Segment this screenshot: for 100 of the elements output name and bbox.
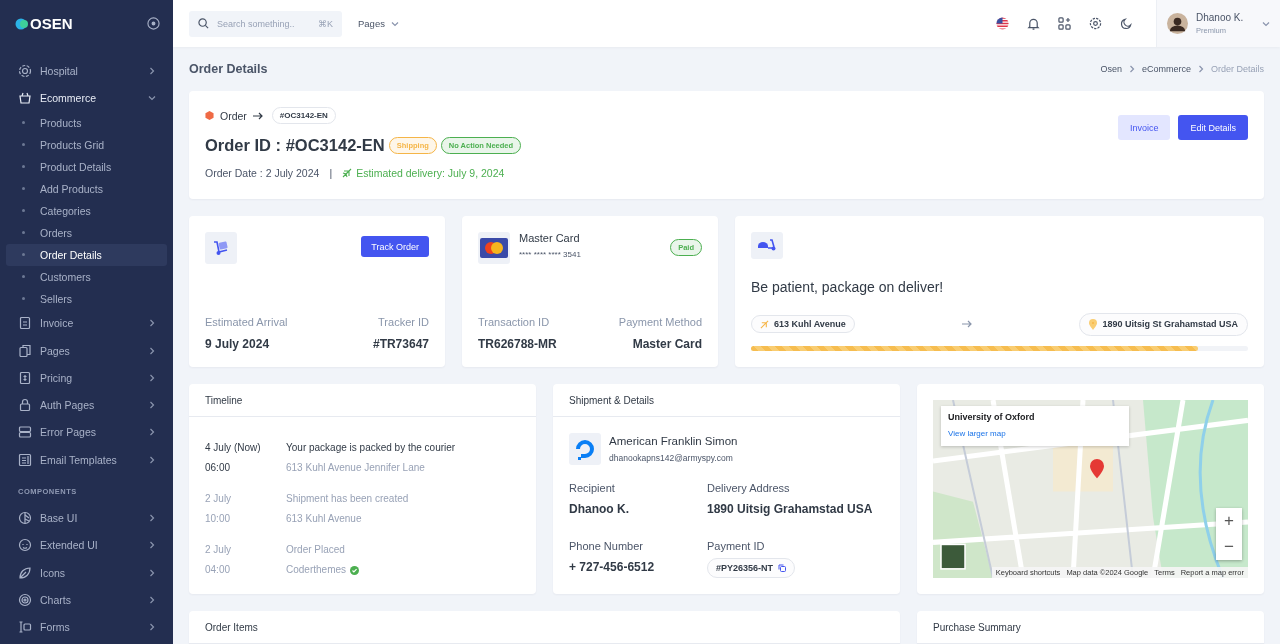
card-number: **** **** **** 3541 bbox=[519, 250, 581, 259]
chevron-down-icon bbox=[1262, 19, 1270, 28]
chevron-right-icon bbox=[148, 595, 156, 604]
menu-item[interactable]: Pages bbox=[0, 336, 173, 365]
menu-item[interactable]: Auth Pages bbox=[0, 391, 173, 419]
chevron-right-icon bbox=[1197, 65, 1205, 73]
chevron-right-icon bbox=[148, 319, 156, 328]
submenu-item[interactable]: Categories bbox=[6, 199, 167, 222]
edit-button[interactable]: Edit Details bbox=[1178, 115, 1248, 140]
order-title: Order ID : #OC3142-EN bbox=[205, 136, 385, 155]
field-label: Recipient bbox=[569, 482, 616, 494]
list-icon bbox=[18, 452, 32, 467]
menu-item[interactable]: Hospital bbox=[0, 57, 173, 85]
card-title: Shipment & Details bbox=[553, 384, 900, 417]
destination-address: 1890 Uitsig St Grahamstad USA bbox=[1079, 312, 1248, 336]
receipt-icon bbox=[18, 370, 32, 385]
flag-icon[interactable] bbox=[995, 17, 1009, 30]
field-label: Estimated Arrival bbox=[205, 316, 288, 328]
shortcut-hint: ⌘K bbox=[318, 18, 333, 29]
event-time: 10:00 bbox=[205, 513, 232, 524]
zoom-out-button[interactable]: − bbox=[1216, 534, 1242, 560]
trolley-icon bbox=[212, 239, 230, 257]
submenu-item[interactable]: Orders bbox=[6, 221, 167, 244]
submenu-item[interactable]: Sellers bbox=[6, 287, 167, 310]
field-value: TR626788-MR bbox=[478, 337, 557, 351]
field-value: Master Card bbox=[631, 337, 702, 351]
menu-item[interactable]: Base UI bbox=[0, 504, 173, 532]
breadcrumb-link[interactable]: Osen bbox=[1100, 64, 1122, 74]
submenu-item[interactable]: Order Details bbox=[6, 243, 167, 266]
company-name: American Franklin Simon bbox=[609, 435, 738, 447]
card-title: Timeline bbox=[189, 384, 536, 417]
menu-item[interactable]: Ecommerce bbox=[0, 84, 173, 112]
company-logo bbox=[574, 438, 596, 460]
page-title: Order Details bbox=[189, 62, 268, 76]
event-date: 4 July (Now) bbox=[205, 442, 262, 453]
field-label: Phone Number bbox=[569, 540, 644, 552]
company-email: dhanookapns142@armyspy.com bbox=[609, 453, 734, 463]
settings-icon[interactable] bbox=[1088, 17, 1102, 30]
card-icon bbox=[480, 238, 508, 258]
lock-icon bbox=[18, 398, 32, 413]
invoice-button[interactable]: Invoice bbox=[1117, 115, 1171, 140]
menu-item[interactable]: Icons bbox=[0, 558, 173, 587]
user-name: Dhanoo K. bbox=[1196, 12, 1245, 23]
field-label: Tracker ID bbox=[377, 316, 429, 328]
card-name: Master Card bbox=[519, 232, 581, 244]
menu-item[interactable]: Charts bbox=[0, 586, 173, 614]
event-date: 2 July bbox=[205, 544, 233, 555]
event-time: 04:00 bbox=[205, 564, 232, 575]
server-icon bbox=[18, 425, 32, 440]
origin-address: 613 Kuhl Avenue bbox=[751, 315, 855, 334]
card-title: Purchase Summary bbox=[917, 611, 1264, 644]
menu-item[interactable]: Pricing bbox=[0, 364, 173, 392]
chevron-right-icon bbox=[148, 623, 156, 632]
event-title: Order Placed bbox=[286, 544, 346, 555]
plane-icon bbox=[342, 168, 353, 178]
avatar bbox=[1167, 13, 1188, 34]
estimated-delivery: Estimated delivery: July 9, 2024 bbox=[356, 167, 505, 179]
submenu-item[interactable]: Products bbox=[6, 111, 167, 134]
target-icon[interactable] bbox=[147, 17, 160, 30]
event-title: Shipment has been created bbox=[286, 493, 410, 504]
leaf-icon bbox=[18, 565, 32, 580]
menu-item[interactable]: Forms bbox=[0, 613, 173, 641]
field-value: + 727-456-6512 bbox=[569, 560, 656, 574]
field-value: 9 July 2024 bbox=[205, 337, 271, 351]
cube-icon bbox=[205, 111, 214, 120]
field-label: Payment Method bbox=[618, 316, 702, 328]
chevron-right-icon bbox=[148, 541, 156, 550]
chevron-right-icon bbox=[148, 455, 156, 464]
menu-item[interactable]: Email Templates bbox=[0, 446, 173, 474]
copy-icon[interactable] bbox=[778, 564, 787, 572]
order-date: Order Date : 2 July 2024 bbox=[205, 167, 320, 179]
delivery-message: Be patient, package on deliver! bbox=[751, 278, 945, 295]
field-value: #TR73647 bbox=[372, 337, 429, 351]
zoom-in-button[interactable]: + bbox=[1216, 508, 1242, 534]
input-icon bbox=[18, 620, 32, 635]
pages-menu[interactable]: Pages bbox=[358, 18, 399, 29]
search-icon bbox=[198, 18, 209, 29]
chevron-right-icon bbox=[148, 66, 156, 75]
submenu-item[interactable]: Add Products bbox=[6, 177, 167, 200]
event-detail: 613 Kuhl Avenue bbox=[286, 513, 362, 524]
submenu-item[interactable]: Customers bbox=[6, 265, 167, 288]
chevron-right-icon bbox=[1127, 65, 1136, 73]
track-order-button[interactable]: Track Order bbox=[361, 236, 429, 257]
submenu-item[interactable]: Products Grid bbox=[6, 133, 167, 156]
menu-item[interactable]: Error Pages bbox=[0, 418, 173, 447]
breadcrumb-link[interactable]: eCommerce bbox=[1141, 64, 1191, 74]
half-circle-icon bbox=[18, 511, 32, 525]
basket-icon bbox=[18, 90, 32, 105]
submenu-item[interactable]: Product Details bbox=[6, 155, 167, 178]
menu-item[interactable]: Invoice bbox=[0, 309, 173, 337]
document-icon bbox=[18, 316, 32, 331]
moon-icon[interactable] bbox=[1119, 17, 1133, 30]
field-label: Payment ID bbox=[707, 540, 766, 552]
menu-item[interactable]: Extended UI bbox=[0, 531, 173, 559]
location-pin-icon bbox=[1089, 318, 1098, 330]
face-icon bbox=[18, 538, 32, 553]
apps-icon[interactable] bbox=[1057, 17, 1071, 30]
bell-icon[interactable] bbox=[1026, 16, 1040, 31]
chevron-right-icon bbox=[148, 346, 156, 355]
larger-map-link[interactable]: View larger map bbox=[948, 429, 1006, 438]
